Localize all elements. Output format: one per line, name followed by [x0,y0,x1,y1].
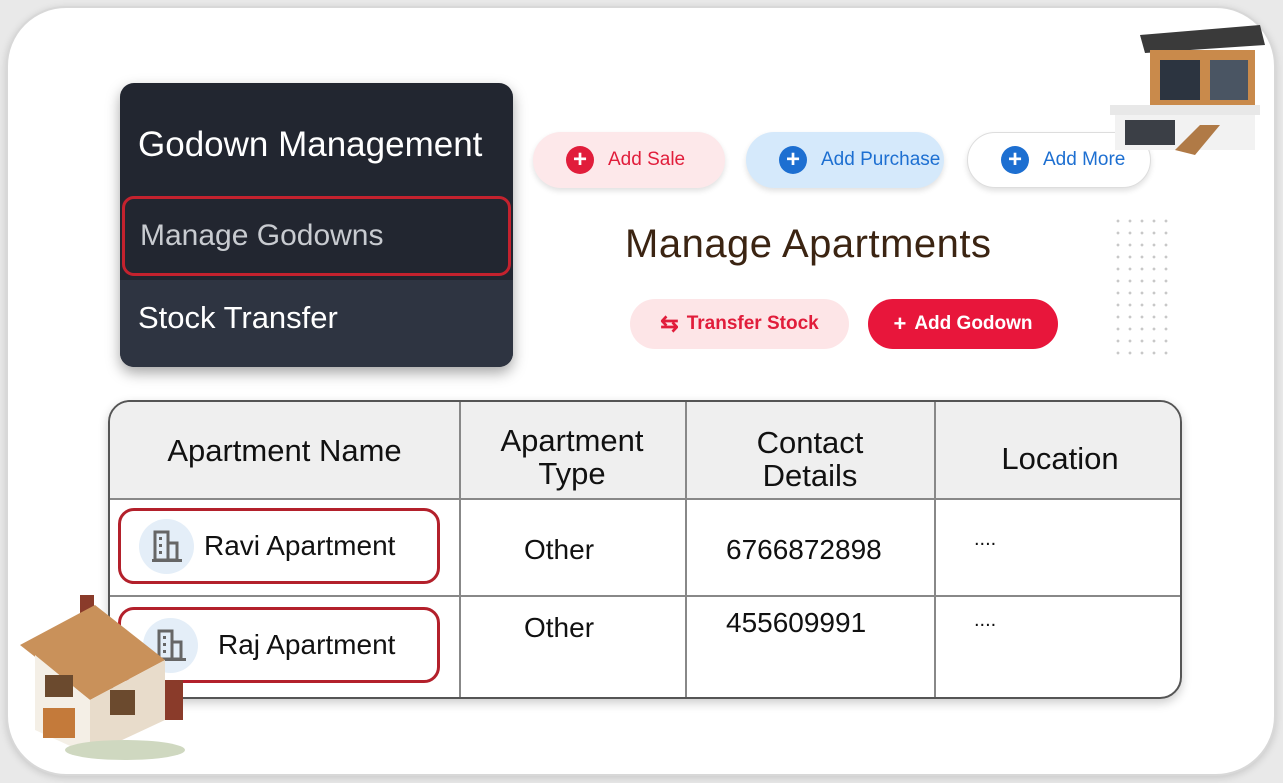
header-contact-details: Contact Details [756,425,864,493]
header-apartment-type: Apartment Type [500,423,644,491]
menu-title: Godown Management [138,125,483,164]
dot-pattern [1112,215,1172,360]
menu-item-manage-godowns[interactable]: Manage Godowns [122,196,511,276]
add-godown-label: Add Godown [914,313,1033,334]
swap-arrows-icon: ⇆ [660,311,679,336]
location: .... [974,528,997,550]
building-icon [139,518,194,574]
godown-menu: Godown Management Manage Godowns Stock T… [120,83,513,367]
apartment-type: Other [524,612,595,643]
location: .... [974,609,997,631]
plus-circle-icon: + [1001,146,1029,174]
plus-circle-icon: + [566,146,594,174]
add-sale-button[interactable]: + Add Sale [533,132,725,188]
transfer-stock-button[interactable]: ⇆ Transfer Stock [630,299,849,349]
modern-house-illustration [1110,25,1265,155]
add-purchase-label: Add Purchase [821,149,941,170]
row-divider [110,595,1180,597]
add-sale-label: Add Sale [608,149,686,170]
page-title: Manage Apartments [625,222,992,266]
add-purchase-button[interactable]: + Add Purchase [746,132,944,188]
apartment-name: Ravi Apartment [204,530,396,561]
apartment-name-cell[interactable]: Ravi Apartment [118,508,440,584]
add-godown-button[interactable]: + Add Godown [868,299,1058,349]
column-divider [459,402,461,697]
apartment-type: Other [524,534,595,565]
contact-details: 6766872898 [726,534,882,565]
header-location: Location [1001,441,1119,476]
menu-item-stock-transfer[interactable]: Stock Transfer [120,280,513,367]
house-illustration [20,595,185,760]
column-divider [685,402,687,697]
apartments-table: Apartment Name Apartment Type Contact De… [108,400,1182,699]
contact-details: 455609991 [726,607,867,638]
transfer-stock-label: Transfer Stock [686,313,819,334]
plus-circle-icon: + [779,146,807,174]
header-apartment-name: Apartment Name [167,433,402,468]
plus-icon: + [893,311,907,336]
apartment-name: Raj Apartment [218,629,396,660]
